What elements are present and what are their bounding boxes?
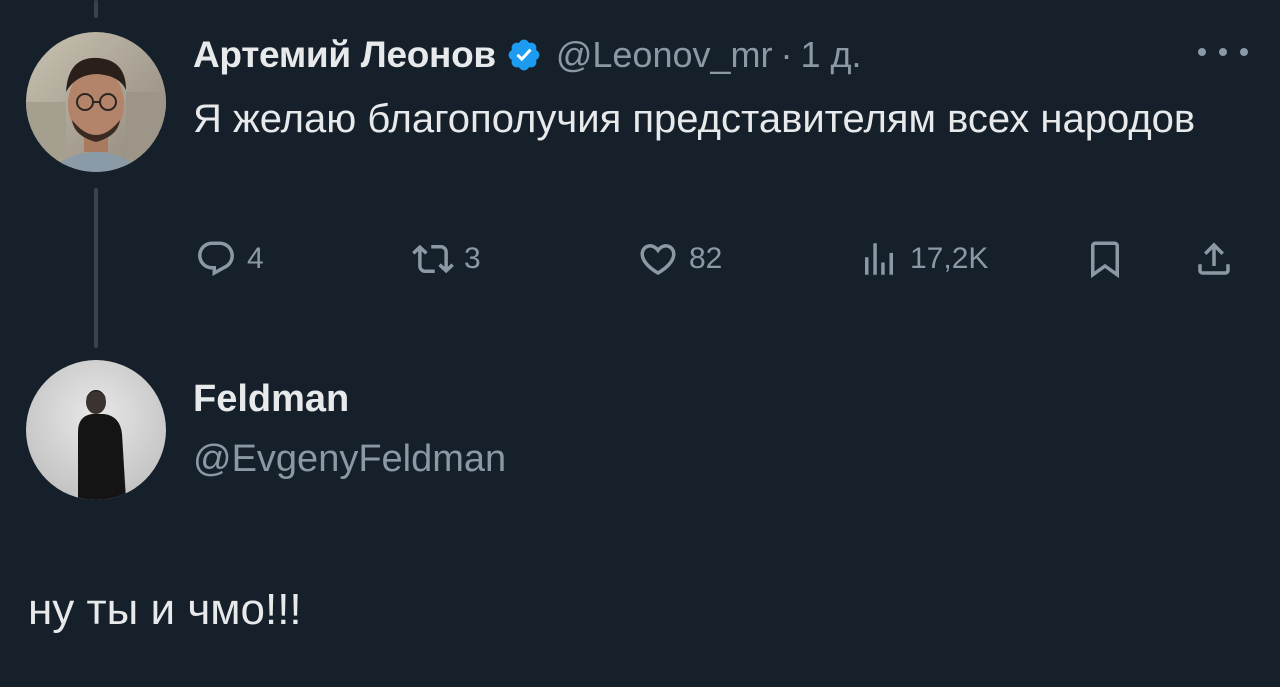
more-icon[interactable] — [1198, 34, 1248, 70]
reply-count: 4 — [247, 242, 264, 275]
author-handle[interactable]: @Leonov_mr — [556, 34, 773, 76]
reply-author-handle[interactable]: @EvgenyFeldman — [193, 438, 506, 481]
avatar-artemiy-leonov[interactable] — [26, 32, 166, 172]
tweet-header: Артемий Леонов @Leonov_mr · 1 д. — [193, 30, 862, 80]
retweet-count: 3 — [464, 242, 481, 275]
tweet-text: Я желаю благополучия представителям всех… — [193, 97, 1196, 141]
retweet-icon — [412, 244, 454, 274]
reply-button[interactable]: 4 — [195, 238, 264, 280]
like-button[interactable]: 82 — [637, 238, 722, 280]
avatar-feldman[interactable] — [26, 360, 166, 500]
thread-line-top — [94, 0, 98, 18]
reply-icon — [198, 241, 234, 276]
like-count: 82 — [689, 242, 723, 275]
tweet-timestamp[interactable]: 1 д. — [800, 34, 861, 76]
reply-tweet-text: ну ты и чмо!!! — [28, 585, 302, 634]
views-button[interactable]: 17,2K — [858, 238, 988, 280]
share-button[interactable] — [1193, 238, 1235, 280]
retweet-button[interactable]: 3 — [412, 238, 481, 280]
views-icon — [865, 243, 893, 275]
views-count: 17,2K — [910, 242, 989, 275]
bookmark-button[interactable] — [1084, 238, 1126, 280]
verified-badge-icon — [506, 37, 542, 73]
separator-dot: · — [780, 34, 793, 75]
bookmark-icon — [1091, 241, 1119, 279]
author-name[interactable]: Артемий Леонов — [193, 34, 496, 76]
heart-icon — [640, 244, 676, 276]
share-icon — [1198, 242, 1230, 275]
tweet-actions-bar: 4 3 82 17,2K — [0, 238, 1280, 288]
reply-author-name[interactable]: Feldman — [193, 378, 349, 421]
